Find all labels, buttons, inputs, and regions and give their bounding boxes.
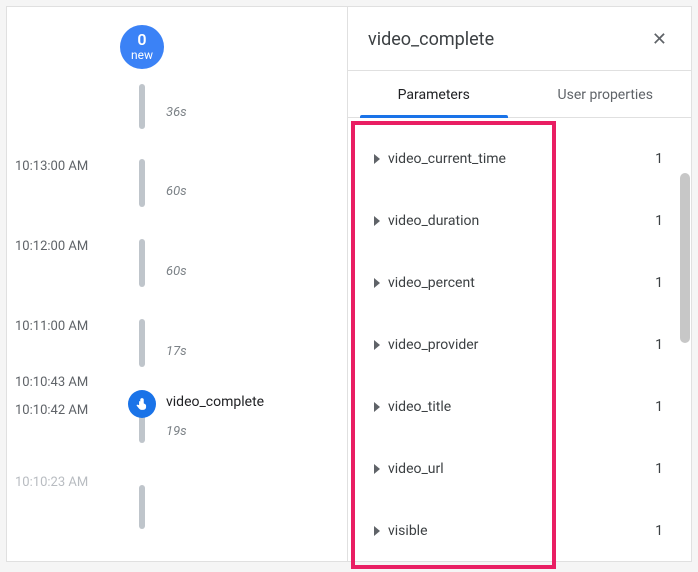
timeline-segment bbox=[139, 239, 145, 287]
parameter-row-left: video_title bbox=[356, 399, 451, 415]
parameter-count: 1 bbox=[655, 213, 673, 229]
detail-header: video_complete ✕ bbox=[348, 7, 691, 71]
tab-user-properties[interactable]: User properties bbox=[520, 71, 692, 117]
parameter-count: 1 bbox=[655, 399, 673, 415]
gap-label: 17s bbox=[166, 344, 187, 359]
time-label: 10:11:00 AM bbox=[15, 319, 88, 334]
parameter-count: 1 bbox=[655, 337, 673, 353]
gap-label: 60s bbox=[166, 184, 187, 199]
parameter-name: video_title bbox=[388, 399, 451, 415]
timeline-panel: 0 new 10:13:00 AM 10:12:00 AM 10:11:00 AM 1… bbox=[7, 7, 348, 561]
close-icon[interactable]: ✕ bbox=[648, 25, 671, 54]
event-name[interactable]: video_complete bbox=[166, 394, 264, 410]
caret-right-icon bbox=[374, 526, 380, 536]
parameter-row-left: video_url bbox=[356, 461, 444, 477]
caret-right-icon bbox=[374, 216, 380, 226]
parameter-row[interactable]: video_title 1 bbox=[356, 376, 673, 438]
caret-right-icon bbox=[374, 340, 380, 350]
parameter-name: video_percent bbox=[388, 275, 475, 291]
parameter-row-left: visible bbox=[356, 523, 428, 539]
parameter-row[interactable]: video_current_time 1 bbox=[356, 128, 673, 190]
timeline-segment bbox=[139, 84, 145, 129]
gap-label: 36s bbox=[166, 105, 187, 120]
caret-right-icon bbox=[374, 278, 380, 288]
parameter-name: video_provider bbox=[388, 337, 478, 353]
parameter-row[interactable]: video_percent 1 bbox=[356, 252, 673, 314]
tab-parameters[interactable]: Parameters bbox=[348, 71, 520, 117]
gap-label: 19s bbox=[166, 424, 187, 439]
timeline-segment bbox=[139, 159, 145, 207]
scrollbar-thumb[interactable] bbox=[680, 173, 690, 343]
new-count: 0 bbox=[137, 32, 146, 49]
parameters-list: video_current_time1video_duration1video_… bbox=[348, 118, 691, 572]
parameter-row-left: video_percent bbox=[356, 275, 475, 291]
parameter-row[interactable]: visible 1 bbox=[356, 500, 673, 562]
parameter-name: video_duration bbox=[388, 213, 479, 229]
parameter-row-left: video_provider bbox=[356, 337, 478, 353]
touch-event-icon[interactable] bbox=[128, 390, 156, 418]
timeline-segment bbox=[139, 319, 145, 367]
detail-title: video_complete bbox=[368, 29, 494, 50]
parameter-row[interactable]: video_provider 1 bbox=[356, 314, 673, 376]
time-label: 10:13:00 AM bbox=[15, 159, 88, 174]
gap-label: 60s bbox=[166, 264, 187, 279]
caret-right-icon bbox=[374, 402, 380, 412]
time-label: 10:10:42 AM bbox=[15, 403, 88, 418]
caret-right-icon bbox=[374, 154, 380, 164]
timeline-segment bbox=[139, 485, 145, 529]
parameter-row[interactable]: video_duration 1 bbox=[356, 190, 673, 252]
new-events-badge[interactable]: 0 new bbox=[120, 25, 164, 69]
parameter-name: video_current_time bbox=[388, 151, 506, 167]
detail-panel: video_complete ✕ Parameters User propert… bbox=[348, 7, 691, 561]
time-label: 10:10:43 AM bbox=[15, 375, 88, 390]
parameter-row[interactable]: video_url 1 bbox=[356, 438, 673, 500]
parameter-name: video_url bbox=[388, 461, 444, 477]
parameter-name: visible bbox=[388, 523, 428, 539]
parameter-count: 1 bbox=[655, 523, 673, 539]
parameter-count: 1 bbox=[655, 461, 673, 477]
timeline-track bbox=[139, 69, 145, 561]
app-frame: 0 new 10:13:00 AM 10:12:00 AM 10:11:00 AM 1… bbox=[6, 6, 692, 562]
new-label: new bbox=[131, 49, 153, 62]
tabs: Parameters User properties bbox=[348, 71, 691, 118]
time-label: 10:10:23 AM bbox=[15, 475, 88, 490]
parameter-count: 1 bbox=[655, 151, 673, 167]
parameter-row-left: video_current_time bbox=[356, 151, 506, 167]
parameter-count: 1 bbox=[655, 275, 673, 291]
caret-right-icon bbox=[374, 464, 380, 474]
time-label: 10:12:00 AM bbox=[15, 239, 88, 254]
parameter-row-left: video_duration bbox=[356, 213, 479, 229]
